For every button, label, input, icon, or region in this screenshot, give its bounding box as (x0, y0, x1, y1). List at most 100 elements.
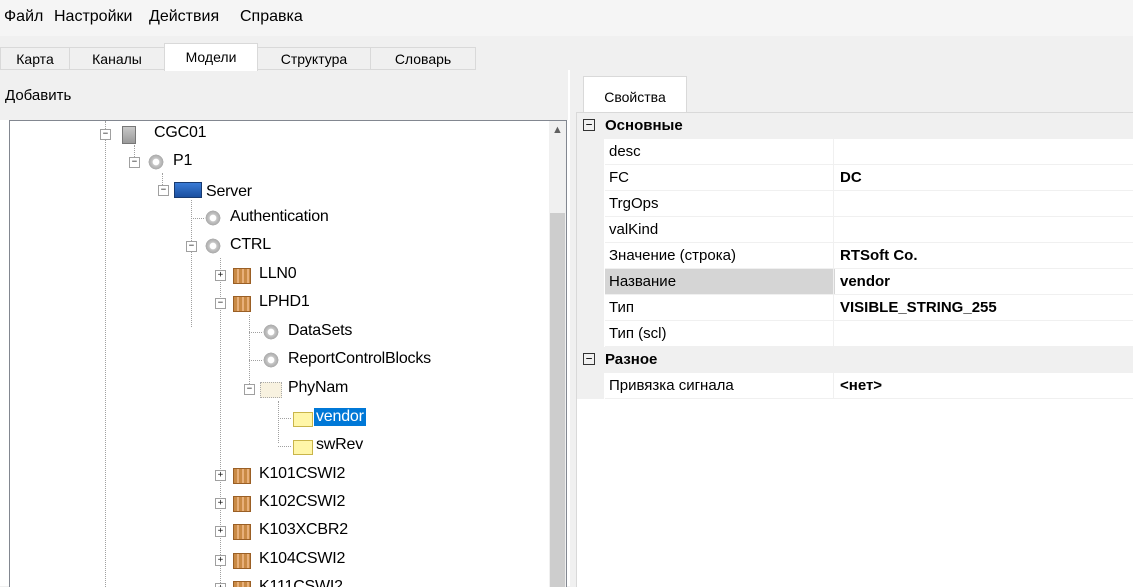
collapse-icon[interactable]: − (100, 129, 111, 140)
tree-node-label: ReportControlBlocks (288, 350, 431, 367)
menu-file[interactable]: Файл (4, 8, 43, 26)
collapse-icon[interactable]: − (215, 298, 226, 309)
property-value[interactable]: VISIBLE_STRING_255 (833, 295, 1133, 321)
add-button[interactable]: Добавить (5, 87, 71, 104)
property-name: Тип (scl) (605, 321, 835, 347)
expand-icon[interactable]: + (215, 526, 226, 537)
property-name: Тип (605, 295, 835, 321)
menu-actions[interactable]: Действия (149, 8, 219, 26)
logical-node-icon (233, 553, 251, 569)
tree-node-label: LPHD1 (259, 293, 310, 310)
property-name: FC (605, 165, 835, 191)
tree-node-label: K102CSWI2 (259, 493, 346, 510)
property-name: desc (605, 139, 835, 165)
tab-bar: Карта Каналы Модели Структура Словарь (0, 36, 1133, 71)
tree-node-label: swRev (316, 436, 364, 453)
data-attribute-icon (293, 412, 313, 427)
property-row-signal-binding[interactable]: Привязка сигнала <нет> (577, 373, 1133, 399)
property-row-name[interactable]: Название vendor (577, 269, 1133, 295)
tree-connector (249, 315, 250, 390)
property-value[interactable]: RTSoft Co. (833, 243, 1133, 269)
gear-icon (262, 324, 280, 340)
property-value[interactable] (833, 191, 1133, 217)
tree-connector (278, 446, 291, 447)
property-value[interactable]: <нет> (833, 373, 1133, 399)
tab-channels[interactable]: Каналы (69, 47, 165, 70)
property-value[interactable] (833, 321, 1133, 347)
expand-icon[interactable]: + (215, 270, 226, 281)
tab-models[interactable]: Модели (164, 43, 258, 71)
menu-help[interactable]: Справка (240, 8, 303, 26)
property-row-fc[interactable]: FC DC (577, 165, 1133, 191)
property-value[interactable] (833, 217, 1133, 243)
tree-node-label: PhyNam (288, 379, 349, 396)
logical-node-icon (233, 268, 251, 284)
tree-connector (191, 200, 192, 327)
tree-node-label: CTRL (230, 236, 271, 253)
collapse-icon[interactable]: − (583, 353, 595, 365)
category-main[interactable]: − Основные (577, 113, 1133, 139)
property-row-type[interactable]: Тип VISIBLE_STRING_255 (577, 295, 1133, 321)
tree-node-label: K103XCBR2 (259, 521, 348, 538)
model-panel: Добавить − CGC01 − P1 − Server Authentic… (0, 70, 570, 587)
tab-dictionary[interactable]: Словарь (370, 47, 476, 70)
collapse-icon[interactable]: − (158, 185, 169, 196)
tree-node-label: K101CSWI2 (259, 465, 346, 482)
tab-structure[interactable]: Структура (257, 47, 371, 70)
logical-node-icon (233, 581, 251, 587)
property-row-valkind[interactable]: valKind (577, 217, 1133, 243)
property-name: TrgOps (605, 191, 835, 217)
expand-icon[interactable]: + (215, 498, 226, 509)
property-value[interactable]: DC (833, 165, 1133, 191)
tree-node-label: P1 (173, 152, 193, 169)
properties-panel: Свойства − Основные desc FC DC TrgOps va… (570, 70, 1133, 587)
property-value[interactable]: vendor (833, 269, 1133, 295)
property-row-type-scl[interactable]: Тип (scl) (577, 321, 1133, 347)
tree-node-label: vendor (314, 408, 366, 426)
data-object-icon (260, 382, 282, 398)
collapse-icon[interactable]: − (244, 384, 255, 395)
expand-icon[interactable]: + (215, 583, 226, 587)
tree-connector (105, 121, 106, 587)
property-value[interactable] (833, 139, 1133, 165)
tab-map[interactable]: Карта (0, 47, 70, 70)
property-name: Название (605, 269, 835, 295)
gear-icon (204, 210, 222, 226)
gear-icon (204, 238, 222, 254)
scroll-thumb[interactable] (550, 213, 565, 587)
tree-connector (191, 218, 204, 219)
property-name: valKind (605, 217, 835, 243)
category-title: Разное (605, 351, 658, 368)
tree-scrollbar[interactable]: ▲ (549, 121, 566, 587)
tree-connector (249, 360, 262, 361)
property-name: Значение (строка) (605, 243, 835, 269)
data-attribute-icon (293, 440, 313, 455)
property-row-trgops[interactable]: TrgOps (577, 191, 1133, 217)
collapse-icon[interactable]: − (583, 119, 595, 131)
monitor-icon (174, 182, 202, 198)
tree-node-label: Server (206, 183, 252, 200)
tree-connector (249, 332, 262, 333)
menu-bar: Файл Настройки Действия Справка (0, 0, 1133, 36)
expand-icon[interactable]: + (215, 555, 226, 566)
logical-node-icon (233, 524, 251, 540)
category-misc[interactable]: − Разное (577, 347, 1133, 373)
property-grid[interactable]: − Основные desc FC DC TrgOps valKind Зна… (576, 112, 1133, 587)
tree-node-label: K104CSWI2 (259, 550, 346, 567)
property-name: Привязка сигнала (605, 373, 835, 399)
property-row-value-string[interactable]: Значение (строка) RTSoft Co. (577, 243, 1133, 269)
model-tree[interactable]: − CGC01 − P1 − Server Authentication − C… (9, 120, 567, 587)
tree-connector (278, 418, 291, 419)
collapse-icon[interactable]: − (129, 157, 140, 168)
tree-node-label: DataSets (288, 322, 353, 339)
tree-node-label: CGC01 (154, 124, 207, 141)
tab-properties[interactable]: Свойства (583, 76, 687, 113)
collapse-icon[interactable]: − (186, 241, 197, 252)
category-title: Основные (605, 117, 683, 134)
gear-icon (147, 154, 165, 170)
tree-connector (278, 401, 279, 443)
scroll-up-icon[interactable]: ▲ (549, 121, 566, 138)
expand-icon[interactable]: + (215, 470, 226, 481)
property-row-desc[interactable]: desc (577, 139, 1133, 165)
menu-settings[interactable]: Настройки (54, 8, 132, 26)
